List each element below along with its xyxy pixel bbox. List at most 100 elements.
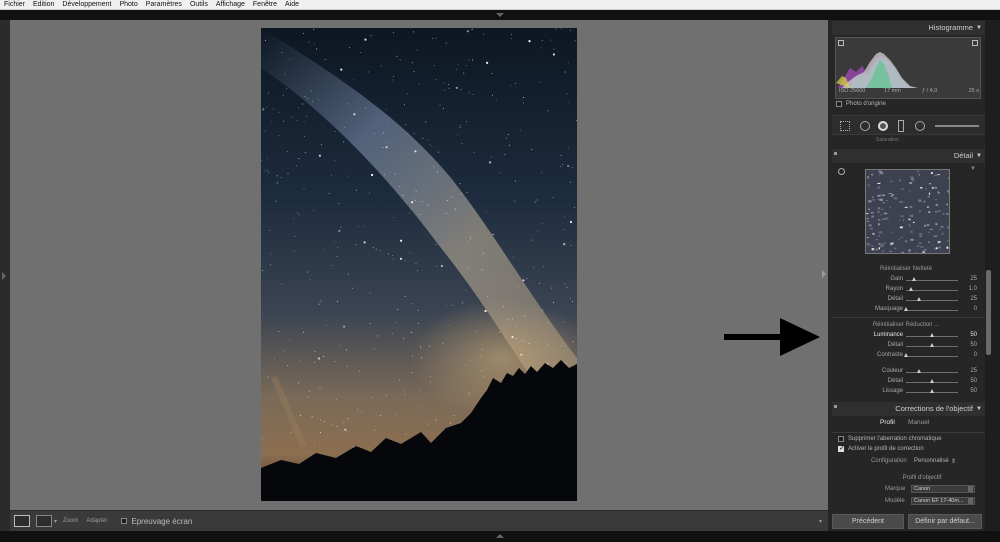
detail-preview[interactable] (865, 169, 950, 254)
slider-row[interactable]: Lissage 50 (832, 388, 980, 397)
menu-tools[interactable]: Outils (190, 0, 208, 10)
menu-edit[interactable]: Edition (33, 0, 54, 10)
menu-file[interactable]: Fichier (4, 0, 25, 10)
slider-thumb[interactable] (929, 333, 934, 337)
collapse-icon[interactable]: ▼ (976, 149, 982, 163)
brand-label: Marque (885, 486, 906, 492)
enable-profile-checkbox[interactable]: ✓ (838, 445, 845, 452)
collapse-icon[interactable]: ▼ (976, 21, 982, 35)
photo-preview[interactable] (261, 28, 577, 501)
loupe-view-button[interactable] (14, 515, 30, 527)
menu-develop[interactable]: Développement (62, 0, 111, 10)
menu-settings[interactable]: Paramètres (146, 0, 182, 10)
slider-value[interactable]: 25 (970, 368, 977, 374)
tab-manual[interactable]: Manuel (908, 419, 929, 426)
left-panel-strip[interactable] (0, 20, 10, 531)
histogram-box[interactable]: ISO 25600 17 mm ƒ / 4,0 25 s (835, 37, 981, 99)
slider-value[interactable]: 50 (970, 332, 977, 338)
slider-row[interactable]: Luminance 50 (832, 332, 980, 341)
slider-row[interactable]: Gain 25 (832, 276, 980, 285)
slider-value[interactable]: 50 (970, 342, 977, 348)
menu-view[interactable]: Affichage (216, 0, 245, 10)
slider-thumb[interactable] (908, 287, 913, 291)
shadow-clip-icon[interactable] (838, 40, 844, 46)
photo-workspace[interactable] (10, 20, 828, 510)
menu-help[interactable]: Aide (285, 0, 299, 10)
config-value[interactable]: Personnalisé (914, 458, 949, 464)
red-eye-icon[interactable] (878, 121, 888, 131)
slider-row[interactable]: Détail 50 (832, 378, 980, 387)
slider-thumb[interactable] (903, 353, 908, 357)
slider-row[interactable]: Masquage 0 (832, 306, 980, 315)
slider-track[interactable] (906, 300, 958, 301)
dropdown-arrow-icon[interactable]: ▾ (54, 518, 57, 525)
before-after-button[interactable] (36, 515, 52, 527)
slider-value[interactable]: 25 (970, 296, 977, 302)
toolbar-menu-icon[interactable]: ▾ (819, 518, 822, 525)
slider-thumb[interactable] (903, 307, 908, 311)
slider-thumb[interactable] (929, 389, 934, 393)
spot-removal-icon[interactable] (860, 121, 870, 131)
slider-row[interactable]: Couleur 25 (832, 368, 980, 377)
zoom-label: Zoom (63, 518, 79, 524)
collapse-icon[interactable]: ▼ (976, 402, 982, 416)
config-dropdown-icon[interactable]: ⇕ (951, 458, 956, 465)
highlight-clip-icon[interactable] (972, 40, 978, 46)
slider-value[interactable]: 0 (974, 352, 977, 358)
left-panel-toggle-icon[interactable] (2, 272, 6, 280)
slider-row[interactable]: Rayon 1,0 (832, 286, 980, 295)
slider-label: Luminance (873, 332, 903, 338)
model-dropdown[interactable]: Canon EF 17-40m... (911, 497, 975, 505)
lens-corrections-header[interactable]: Corrections de l'objectif ▼ (832, 402, 985, 416)
slider-row[interactable]: Détail 25 (832, 296, 980, 305)
slider-thumb[interactable] (916, 297, 921, 301)
menu-window[interactable]: Fenêtre (253, 0, 277, 10)
top-panel-strip[interactable] (0, 10, 1000, 20)
slider-row[interactable]: Contraste 0 (832, 352, 980, 361)
soft-proof-checkbox[interactable] (121, 518, 128, 524)
slider-label: Gain (890, 276, 903, 282)
slider-track[interactable] (906, 310, 958, 311)
slider-thumb[interactable] (912, 277, 917, 281)
adjustment-brush-slider[interactable] (935, 125, 979, 127)
slider-value[interactable]: 1,0 (969, 286, 977, 292)
remove-ca-checkbox[interactable] (838, 436, 844, 442)
slider-track[interactable] (906, 372, 958, 373)
slider-value[interactable]: 0 (974, 306, 977, 312)
histogram-header[interactable]: Histogramme ▼ (832, 21, 985, 35)
radial-filter-icon[interactable] (915, 121, 925, 131)
exif-aperture: ƒ / 4,0 (922, 88, 938, 94)
sharpening-title[interactable]: Réinitialiser Netteté (832, 266, 980, 272)
panel-switch-icon[interactable] (834, 405, 837, 408)
slider-value[interactable]: 50 (970, 378, 977, 384)
tool-strip (832, 115, 985, 135)
slider-value[interactable]: 50 (970, 388, 977, 394)
slider-row[interactable]: Détail 50 (832, 342, 980, 351)
right-panel-toggle-icon[interactable] (822, 270, 826, 278)
slider-value[interactable]: 25 (970, 276, 977, 282)
panel-switch-icon[interactable] (834, 152, 837, 155)
slider-thumb[interactable] (916, 369, 921, 373)
brand-dropdown[interactable]: Canon (911, 485, 975, 493)
original-photo-checkbox[interactable] (836, 101, 842, 107)
scrollbar-thumb[interactable] (986, 270, 991, 355)
crop-overlay-icon[interactable] (840, 121, 850, 131)
tab-profile[interactable]: Profil (880, 419, 895, 426)
detail-header[interactable]: Détail ▼ (832, 149, 985, 163)
slider-label: Détail (887, 378, 903, 384)
bottom-panel-toggle-icon[interactable] (496, 534, 504, 538)
bottom-panel-strip[interactable] (0, 531, 1000, 542)
menu-photo[interactable]: Photo (119, 0, 137, 10)
noise-reduction-title[interactable]: Réinitialiser Réduction ... (832, 322, 980, 328)
slider-thumb[interactable] (929, 343, 934, 347)
graduated-filter-icon[interactable] (898, 120, 904, 132)
fit-label[interactable]: Adapter (86, 518, 107, 524)
preview-menu-icon[interactable]: ▼ (970, 166, 976, 172)
top-panel-toggle-icon[interactable] (496, 13, 504, 17)
previous-button[interactable]: Précédent (832, 514, 904, 529)
slider-track[interactable] (906, 290, 958, 291)
target-adjust-icon[interactable] (838, 168, 845, 175)
slider-track[interactable] (906, 356, 958, 357)
set-default-button[interactable]: Définir par défaut... (908, 514, 982, 529)
slider-thumb[interactable] (929, 379, 934, 383)
